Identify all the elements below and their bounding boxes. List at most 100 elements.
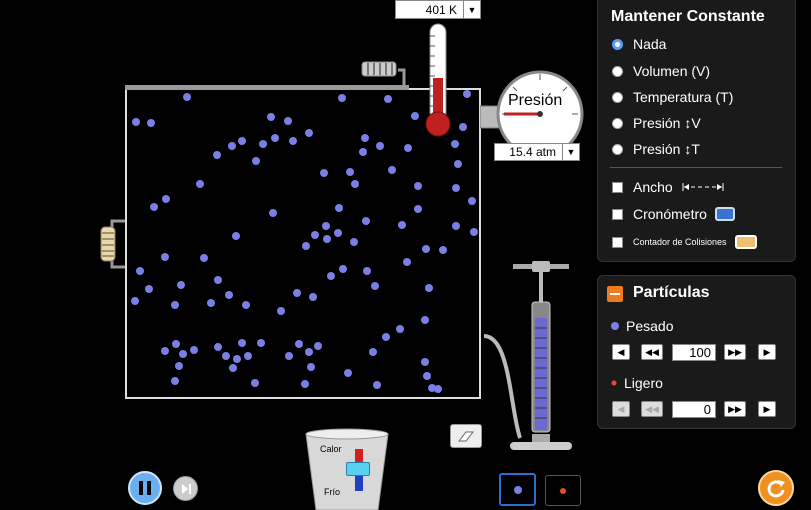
divider <box>610 167 782 168</box>
pause-button[interactable] <box>128 471 162 505</box>
radio-selected[interactable] <box>612 38 623 50</box>
dropdown-arrow-icon[interactable]: ▼ <box>463 1 480 18</box>
width-tool[interactable]: Ancho <box>612 179 725 195</box>
particles-panel: Partículas Pesado ◀ ◀◀ 100 ▶▶ ▶ Ligero ◀… <box>597 275 796 429</box>
option-volume[interactable]: Volumen (V) <box>612 63 710 79</box>
heavy-particle <box>309 293 317 301</box>
heavy-particle <box>421 358 429 366</box>
heavy-particle <box>242 301 250 309</box>
heavy-particle <box>252 157 260 165</box>
checkbox[interactable] <box>612 208 623 220</box>
heavy-increment-button[interactable]: ▶ <box>758 344 776 360</box>
heavy-particle <box>470 228 478 236</box>
heat-cool-slider[interactable] <box>346 462 370 476</box>
stopwatch-tool[interactable]: Cronómetro <box>612 206 735 222</box>
heavy-particle <box>335 204 343 212</box>
heavy-particle <box>344 369 352 377</box>
heavy-particle <box>388 166 396 174</box>
step-forward-icon <box>181 483 191 494</box>
heavy-particle <box>384 95 392 103</box>
heavy-particle <box>307 363 315 371</box>
option-temperature[interactable]: Temperatura (T) <box>612 89 733 105</box>
eraser-button[interactable] <box>450 424 482 448</box>
pressure-value: 15.4 atm <box>509 145 556 159</box>
pressure-readout[interactable]: 15.4 atm ▼ <box>494 143 580 161</box>
heavy-particle <box>214 343 222 351</box>
heavy-particle <box>362 217 370 225</box>
heavy-count-field[interactable]: 100 <box>672 344 716 361</box>
heavy-particle <box>452 184 460 192</box>
light-count-field[interactable]: 0 <box>672 401 716 418</box>
radio[interactable] <box>612 65 623 77</box>
heavy-particle <box>150 203 158 211</box>
option-pressure-v[interactable]: Presión ↕V <box>612 115 701 131</box>
heavy-particle <box>285 352 293 360</box>
heavy-particle <box>293 289 301 297</box>
heavy-particle <box>229 364 237 372</box>
heavy-particle <box>463 90 471 98</box>
checkbox[interactable] <box>612 181 623 193</box>
heavy-particle <box>403 258 411 266</box>
heavy-particle <box>369 348 377 356</box>
temperature-readout[interactable]: 401 K ▼ <box>395 0 481 19</box>
heavy-particle <box>284 117 292 125</box>
light-increment-button[interactable]: ▶ <box>758 401 776 417</box>
cold-label: Frío <box>324 487 341 497</box>
option-pressure-t[interactable]: Presión ↕T <box>612 141 700 157</box>
heavy-particle <box>422 245 430 253</box>
heavy-particle <box>423 372 431 380</box>
heavy-particle <box>172 340 180 348</box>
heavy-particle <box>373 381 381 389</box>
heavy-particle <box>398 221 406 229</box>
heavy-particle-icon <box>611 322 619 330</box>
light-increment-fast-button[interactable]: ▶▶ <box>724 401 746 417</box>
heavy-particle <box>161 347 169 355</box>
heavy-particle <box>228 142 236 150</box>
heavy-increment-fast-button[interactable]: ▶▶ <box>724 344 746 360</box>
radio[interactable] <box>612 91 623 103</box>
heavy-particle <box>425 284 433 292</box>
heavy-particle <box>359 148 367 156</box>
dropdown-arrow-icon[interactable]: ▼ <box>562 144 579 160</box>
heavy-particle <box>289 137 297 145</box>
collapse-button[interactable] <box>607 286 623 302</box>
radio[interactable] <box>612 143 623 155</box>
collision-counter-tool[interactable]: Contador de Colisiones <box>612 235 757 249</box>
heavy-particle <box>136 267 144 275</box>
heavy-particle <box>171 301 179 309</box>
heavy-particle <box>322 222 330 230</box>
reset-button[interactable] <box>758 470 794 506</box>
heavy-particle <box>251 379 259 387</box>
option-nothing[interactable]: Nada <box>612 36 666 52</box>
bicycle-pump[interactable] <box>480 258 580 468</box>
heavy-particle <box>183 93 191 101</box>
step-button[interactable] <box>173 476 198 501</box>
heavy-particle <box>414 205 422 213</box>
heavy-particle <box>376 142 384 150</box>
heavy-particle <box>439 246 447 254</box>
constant-panel: Mantener Constante Nada Volumen (V) Temp… <box>597 0 796 262</box>
checkbox[interactable] <box>612 236 623 248</box>
constant-panel-title: Mantener Constante <box>611 8 765 25</box>
heavy-particle <box>244 352 252 360</box>
light-species-button[interactable] <box>545 475 581 506</box>
option-label: Presión ↕T <box>633 141 700 157</box>
heavy-particle <box>238 137 246 145</box>
heavy-species-button[interactable] <box>499 473 536 506</box>
heavy-particle-icon <box>513 485 522 494</box>
heavy-decrement-fast-button[interactable]: ◀◀ <box>641 344 663 360</box>
heavy-particle <box>177 281 185 289</box>
width-ruler-icon <box>682 183 724 191</box>
heavy-particle <box>334 229 342 237</box>
radio[interactable] <box>612 117 623 129</box>
heavy-particle <box>320 169 328 177</box>
heavy-label: Pesado <box>626 318 674 334</box>
heavy-particle <box>161 253 169 261</box>
particles-title: Partículas <box>633 284 710 301</box>
heavy-particle <box>302 242 310 250</box>
light-decrement-button[interactable]: ◀ <box>612 401 630 417</box>
heavy-particle <box>190 346 198 354</box>
heavy-decrement-button[interactable]: ◀ <box>612 344 630 360</box>
heavy-particle <box>259 140 267 148</box>
light-decrement-fast-button[interactable]: ◀◀ <box>641 401 663 417</box>
